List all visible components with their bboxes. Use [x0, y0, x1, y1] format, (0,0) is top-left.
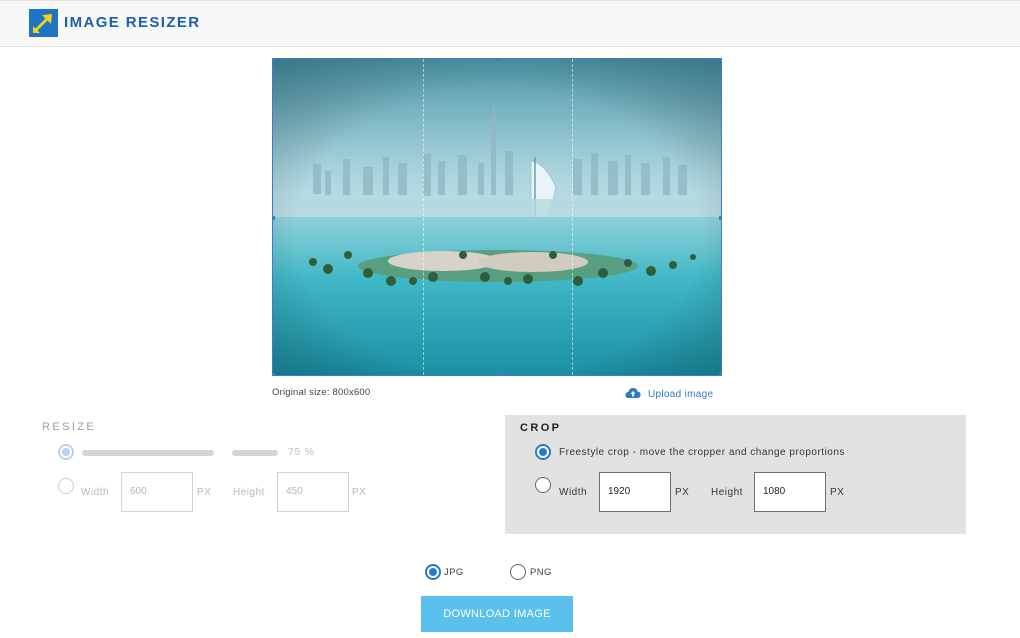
crop-dimensions-radio[interactable] — [535, 477, 551, 493]
crop-width-input[interactable]: 1920 — [599, 472, 671, 512]
crop-handle[interactable] — [273, 216, 275, 220]
crop-handle[interactable] — [273, 59, 275, 61]
download-image-button[interactable]: DOWNLOAD IMAGE — [421, 596, 573, 632]
format-jpg-label: JPG — [444, 567, 464, 578]
format-png-radio[interactable] — [510, 564, 526, 580]
resize-percent-radio[interactable] — [58, 444, 74, 460]
upload-image-link[interactable]: Upload image — [625, 387, 713, 402]
resize-height-unit: PX — [352, 487, 367, 498]
preview-image — [273, 59, 721, 375]
image-preview-cropper[interactable] — [272, 58, 722, 376]
resize-width-unit: PX — [197, 487, 212, 498]
crop-height-input[interactable]: 1080 — [754, 472, 826, 512]
freestyle-crop-label: Freestyle crop - move the cropper and ch… — [559, 447, 845, 458]
resize-width-label: Width — [81, 487, 110, 498]
cloud-upload-icon — [625, 387, 641, 402]
crop-handle[interactable] — [496, 59, 500, 61]
crop-height-unit: PX — [830, 487, 845, 498]
resize-percent-slider-track — [232, 450, 278, 456]
upload-image-label: Upload image — [648, 389, 714, 400]
resize-percent-value: 75 % — [288, 447, 315, 458]
app-header: IMAGE RESIZER — [0, 0, 1020, 47]
crop-width-unit: PX — [675, 487, 690, 498]
crop-width-label: Width — [559, 487, 588, 498]
resize-width-input[interactable]: 600 — [121, 472, 193, 512]
resize-height-label: Height — [233, 487, 265, 498]
app-title: IMAGE RESIZER — [64, 14, 201, 31]
crop-section-title: CROP — [520, 422, 562, 434]
format-jpg-radio[interactable] — [425, 564, 441, 580]
crop-panel: CROP Freestyle crop - move the cropper a… — [505, 415, 966, 534]
resize-percent-slider[interactable] — [82, 450, 214, 456]
resize-section-title: RESIZE — [42, 421, 97, 433]
crop-guide-line — [423, 59, 424, 375]
resize-height-input[interactable]: 450 — [277, 472, 349, 512]
resize-dimensions-radio[interactable] — [58, 478, 74, 494]
crop-guide-line — [572, 59, 573, 375]
original-size-label: Original size: 800x600 — [272, 387, 371, 398]
format-png-label: PNG — [530, 567, 552, 578]
resize-arrow-icon — [29, 9, 58, 37]
freestyle-crop-radio[interactable] — [535, 444, 551, 460]
crop-height-label: Height — [711, 487, 743, 498]
